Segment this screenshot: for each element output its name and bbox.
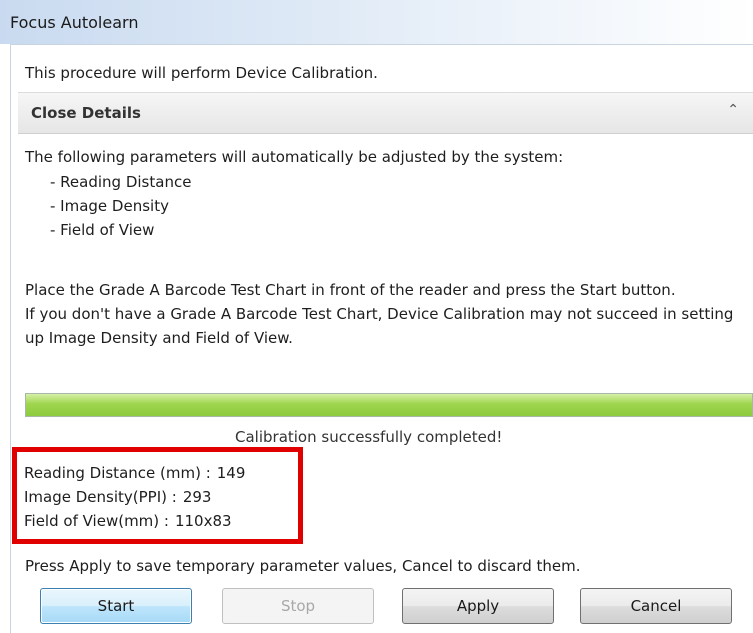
cancel-button[interactable]: Cancel bbox=[580, 588, 732, 624]
details-toggle[interactable]: Close Details ⌃ bbox=[18, 92, 753, 134]
title-bar: Focus Autolearn bbox=[0, 0, 753, 44]
instructions-line-1: Place the Grade A Barcode Test Chart in … bbox=[25, 281, 676, 299]
intro-text: This procedure will perform Device Calib… bbox=[25, 64, 378, 82]
results-highlight-box bbox=[12, 447, 303, 544]
parameter-item: - Image Density bbox=[50, 197, 169, 215]
instructions: Place the Grade A Barcode Test Chart in … bbox=[25, 278, 735, 350]
details-toggle-label: Close Details bbox=[31, 104, 141, 122]
footer-note: Press Apply to save temporary parameter … bbox=[25, 557, 581, 575]
window-title: Focus Autolearn bbox=[10, 13, 139, 32]
stop-button[interactable]: Stop bbox=[222, 588, 374, 624]
parameters-list: - Reading Distance - Image Density - Fie… bbox=[50, 170, 191, 242]
status-message: Calibration successfully completed! bbox=[235, 428, 503, 446]
progress-bar bbox=[25, 393, 753, 417]
progress-fill bbox=[26, 394, 752, 416]
parameters-heading: The following parameters will automatica… bbox=[25, 148, 564, 166]
parameter-item: - Field of View bbox=[50, 221, 155, 239]
chevron-up-icon[interactable]: ⌃ bbox=[727, 102, 739, 118]
start-button[interactable]: Start bbox=[40, 588, 192, 624]
instructions-line-2: If you don't have a Grade A Barcode Test… bbox=[25, 305, 734, 347]
parameter-item: - Reading Distance bbox=[50, 173, 192, 191]
apply-button[interactable]: Apply bbox=[402, 588, 554, 624]
